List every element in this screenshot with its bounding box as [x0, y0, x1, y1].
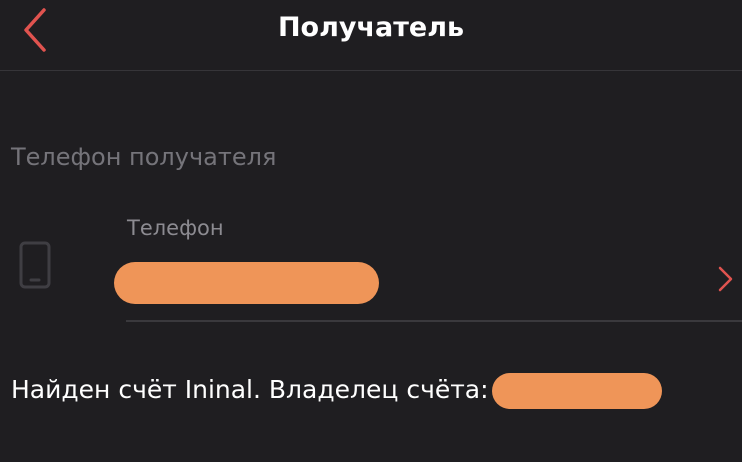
- page-title: Получатель: [277, 12, 465, 43]
- field-divider: [126, 320, 742, 322]
- smartphone-icon: [19, 241, 51, 289]
- phone-field-label: Телефон: [127, 216, 224, 240]
- section-label-recipient-phone: Телефон получателя: [11, 143, 277, 171]
- account-owner-redacted: [492, 373, 662, 409]
- account-found-text: Найден счёт Ininal. Владелец счёта:: [11, 375, 489, 404]
- recipient-phone-field[interactable]: Телефон: [0, 200, 742, 322]
- chevron-right-icon[interactable]: [716, 264, 736, 294]
- app-header: Получатель: [0, 0, 742, 71]
- phone-value-redacted[interactable]: [114, 262, 379, 304]
